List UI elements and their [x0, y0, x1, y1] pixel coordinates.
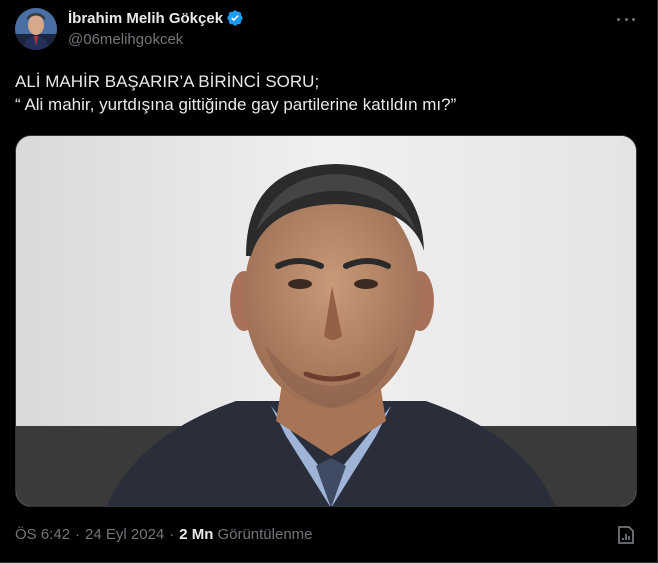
verified-badge-icon — [226, 9, 244, 27]
avatar-image — [15, 8, 57, 50]
author-block: İbrahim Melih Gökçek @06melihgokcek — [68, 8, 244, 48]
views-label: Görüntülenme — [217, 526, 313, 543]
tweet-text: ALİ MAHİR BAŞARIR’A BİRİNCİ SORU; “ Ali m… — [15, 70, 635, 116]
analytics-icon[interactable] — [615, 524, 637, 546]
name-row: İbrahim Melih Gökçek — [68, 8, 244, 28]
portrait-photo — [16, 136, 636, 506]
tweet-line-2: “ Ali mahir, yurtdışına gittiğinde gay p… — [15, 95, 457, 114]
more-icon[interactable] — [617, 12, 635, 26]
handle[interactable]: @06melihgokcek — [68, 31, 244, 48]
tweet-line-1: ALİ MAHİR BAŞARIR’A BİRİNCİ SORU; — [15, 72, 320, 91]
more-dot — [632, 17, 635, 21]
tweet-meta: ÖS 6:42 · 24 Eyl 2024 · 2 Mn Görüntülenm… — [15, 526, 313, 543]
tweet-card: İbrahim Melih Gökçek @06melihgokcek ALİ … — [0, 0, 658, 563]
meta-separator: · — [75, 526, 81, 543]
tweet-date[interactable]: 24 Eyl 2024 — [85, 526, 164, 543]
tweet-media-photo[interactable] — [15, 135, 637, 507]
more-dot — [617, 17, 620, 21]
avatar[interactable] — [15, 8, 57, 50]
views-count: 2 Mn — [179, 526, 214, 543]
display-name[interactable]: İbrahim Melih Gökçek — [68, 10, 223, 27]
tweet-time[interactable]: ÖS 6:42 — [15, 526, 70, 543]
meta-separator: · — [169, 526, 175, 543]
more-dot — [624, 17, 628, 21]
